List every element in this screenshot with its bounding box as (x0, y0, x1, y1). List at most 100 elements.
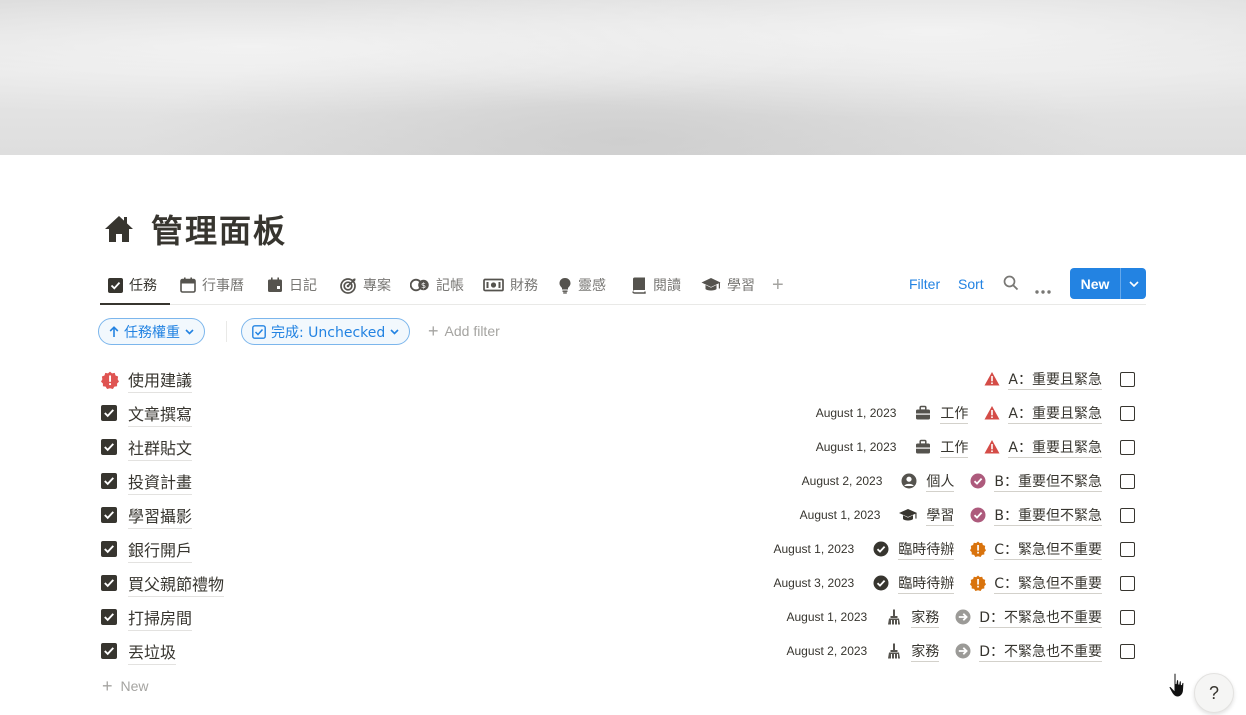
task-name[interactable]: 銀行開戶 (128, 537, 193, 563)
category-tag[interactable]: 工作 (915, 403, 969, 424)
task-name[interactable]: 投資計畫 (128, 469, 193, 495)
table-row[interactable]: 投資計畫 August 2, 2023 個人 B：重要但不緊急 (100, 464, 1146, 498)
table-row[interactable]: 社群貼文 August 1, 2023 工作 A：重要且緊急 (100, 430, 1146, 464)
sort-button[interactable]: Sort (958, 276, 984, 292)
priority-tag[interactable]: B：重要但不緊急 (970, 505, 1102, 526)
table-row[interactable]: 學習攝影 August 1, 2023 學習 B：重要但不緊急 (100, 498, 1146, 532)
table-row[interactable]: 文章撰寫 August 1, 2023 工作 A：重要且緊急 (100, 396, 1146, 430)
lightbulb-icon (559, 277, 571, 294)
priority-tag[interactable]: D：不緊急也不重要 (955, 641, 1102, 662)
priority-tag[interactable]: C：緊急但不重要 (970, 539, 1102, 560)
priority-label: D：不緊急也不重要 (979, 607, 1102, 628)
priority-tag[interactable]: A：重要且緊急 (984, 369, 1102, 390)
task-name[interactable]: 使用建議 (128, 367, 193, 393)
category-label: 學習 (926, 505, 955, 526)
task-name[interactable]: 社群貼文 (128, 435, 193, 461)
coins-icon: $ (410, 278, 429, 292)
due-date[interactable]: August 3, 2023 (773, 576, 854, 590)
task-name[interactable]: 丟垃圾 (128, 639, 177, 665)
task-name[interactable]: 買父親節禮物 (128, 571, 225, 597)
sort-pill[interactable]: 任務權重 (98, 318, 205, 345)
more-options-icon[interactable] (1035, 281, 1051, 299)
due-date[interactable]: August 1, 2023 (800, 508, 881, 522)
category-tag[interactable]: 臨時待辦 (873, 539, 955, 560)
filter-pill-label: 完成: Unchecked (271, 324, 386, 341)
tab-journal[interactable]: 日記 (267, 266, 317, 304)
priority-tag[interactable]: D：不緊急也不重要 (955, 607, 1102, 628)
table-row[interactable]: 銀行開戶 August 1, 2023 臨時待辦 C：緊急但不重要 (100, 532, 1146, 566)
tab-label: 學習 (727, 278, 755, 294)
category-tag[interactable]: 工作 (915, 437, 969, 458)
completed-filter-pill[interactable]: 完成: Unchecked (241, 318, 411, 345)
tab-projects[interactable]: 專案 (340, 266, 391, 304)
calendar-icon (180, 277, 196, 293)
due-date[interactable]: August 1, 2023 (773, 542, 854, 556)
tab-bookkeeping[interactable]: $ 記帳 (410, 266, 464, 304)
search-icon[interactable] (1003, 275, 1019, 296)
due-date[interactable]: August 1, 2023 (816, 440, 897, 454)
done-checkbox[interactable] (1120, 644, 1135, 659)
priority-tag[interactable]: C：緊急但不重要 (970, 573, 1102, 594)
category-tag[interactable]: 家務 (886, 641, 940, 662)
task-name[interactable]: 打掃房間 (128, 605, 193, 631)
page-title[interactable]: 管理面板 (151, 206, 287, 252)
checkbox-icon (108, 277, 123, 293)
new-row-button[interactable]: + New (102, 677, 149, 695)
hand-cursor-icon (1168, 672, 1188, 705)
done-checkbox[interactable] (1120, 610, 1135, 625)
target-icon (340, 277, 356, 294)
table-row[interactable]: 丟垃圾 August 2, 2023 家務 D：不緊急也不重要 (100, 634, 1146, 668)
tab-reading[interactable]: 閱讀 (631, 266, 681, 304)
filter-divider (226, 321, 227, 342)
graduation-cap-icon (701, 278, 721, 291)
checkbox-icon (101, 439, 118, 456)
task-name[interactable]: 文章撰寫 (128, 401, 193, 427)
priority-tag[interactable]: A：重要且緊急 (984, 437, 1102, 458)
category-tag[interactable]: 臨時待辦 (873, 573, 955, 594)
category-tag[interactable]: 個人 (901, 471, 955, 492)
tab-calendar[interactable]: 行事曆 (180, 266, 244, 304)
tab-label: 財務 (510, 278, 538, 294)
done-checkbox[interactable] (1120, 576, 1135, 591)
due-date[interactable]: August 2, 2023 (786, 644, 867, 658)
category-tag[interactable]: 家務 (886, 607, 940, 628)
category-tag[interactable]: 學習 (899, 505, 955, 526)
table-row[interactable]: 買父親節禮物 August 3, 2023 臨時待辦 C：緊急但不重要 (100, 566, 1146, 600)
tab-finance[interactable]: 財務 (483, 266, 538, 304)
house-icon[interactable] (103, 212, 137, 246)
add-filter-button[interactable]: + Add filter (428, 322, 500, 340)
done-checkbox[interactable] (1120, 542, 1135, 557)
chevron-down-icon[interactable] (1121, 280, 1146, 287)
table-row[interactable]: 使用建議 A：重要且緊急 (100, 362, 1146, 396)
due-date[interactable]: August 2, 2023 (802, 474, 883, 488)
alert-badge-icon (970, 541, 987, 557)
new-row-label: New (120, 678, 149, 694)
row-properties: August 1, 2023 工作 A：重要且緊急 (816, 430, 1102, 464)
help-button[interactable]: ? (1194, 673, 1234, 713)
tab-learning[interactable]: 學習 (701, 266, 755, 304)
new-button[interactable]: New (1070, 268, 1146, 299)
category-label: 工作 (940, 403, 969, 424)
tab-inspiration[interactable]: 靈感 (558, 266, 606, 304)
due-date[interactable]: August 1, 2023 (786, 610, 867, 624)
money-icon (483, 278, 504, 292)
add-view-button[interactable]: + (772, 275, 784, 295)
done-checkbox[interactable] (1120, 440, 1135, 455)
filter-button[interactable]: Filter (909, 276, 940, 292)
done-checkbox[interactable] (1120, 508, 1135, 523)
tab-tasks[interactable]: 任務 (108, 266, 157, 304)
done-checkbox[interactable] (1120, 406, 1135, 421)
warning-icon (984, 406, 1000, 420)
done-checkbox[interactable] (1120, 474, 1135, 489)
row-properties: August 1, 2023 家務 D：不緊急也不重要 (786, 600, 1102, 634)
done-checkbox[interactable] (1120, 372, 1135, 387)
row-properties: August 1, 2023 工作 A：重要且緊急 (816, 396, 1102, 430)
category-label: 個人 (926, 471, 955, 492)
add-filter-label: Add filter (444, 323, 500, 339)
due-date[interactable]: August 1, 2023 (816, 406, 897, 420)
table-row[interactable]: 打掃房間 August 1, 2023 家務 D：不緊急也不重要 (100, 600, 1146, 634)
priority-label: A：重要且緊急 (1008, 369, 1102, 390)
task-name[interactable]: 學習攝影 (128, 503, 193, 529)
priority-tag[interactable]: A：重要且緊急 (984, 403, 1102, 424)
priority-tag[interactable]: B：重要但不緊急 (970, 471, 1102, 492)
